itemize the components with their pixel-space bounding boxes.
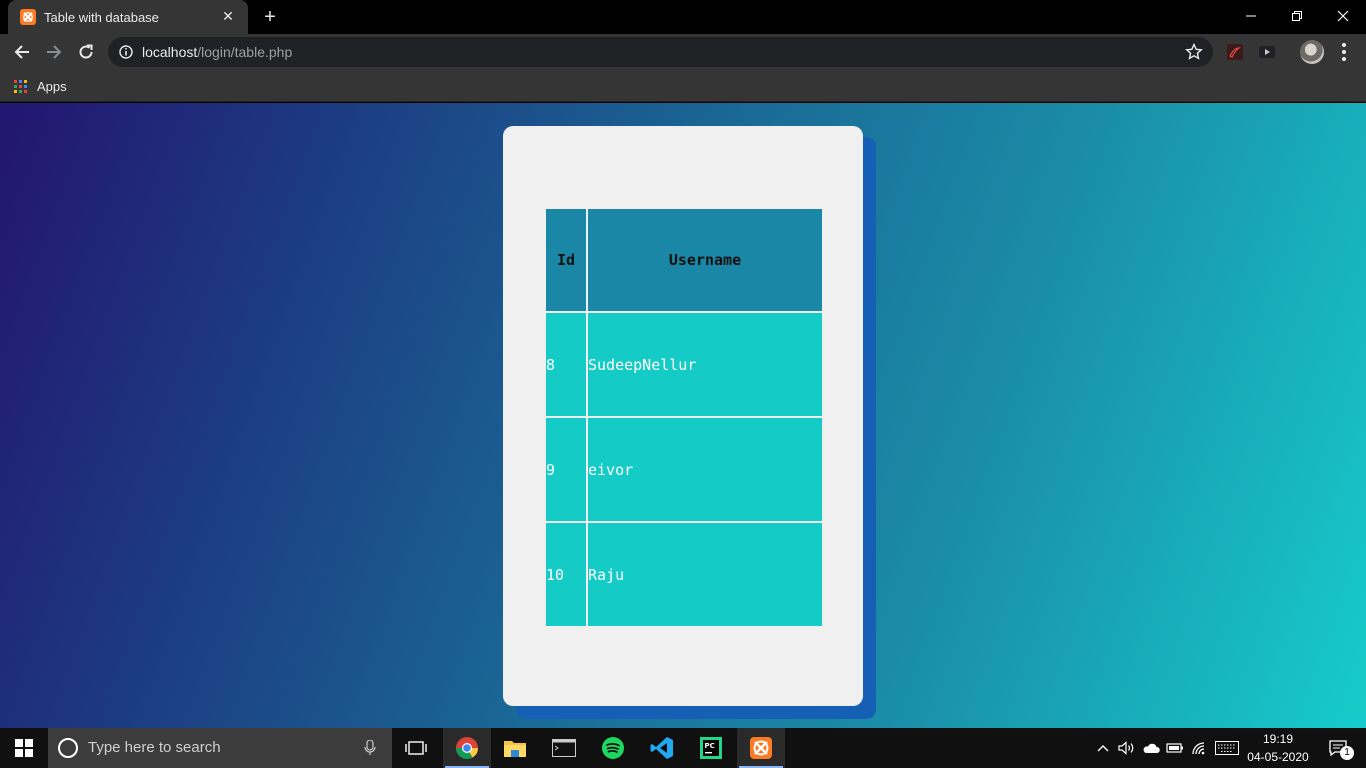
action-center-button[interactable]: 1 xyxy=(1318,728,1358,768)
arrow-left-icon xyxy=(14,45,29,59)
file-explorer-icon xyxy=(504,741,526,757)
close-icon[interactable]: ✕ xyxy=(220,9,236,25)
volume-icon xyxy=(1118,741,1134,755)
spotify-icon xyxy=(602,737,624,759)
terminal-icon xyxy=(552,739,576,757)
cell-username: Raju xyxy=(586,521,824,628)
close-icon xyxy=(1337,10,1349,22)
onedrive-button[interactable] xyxy=(1140,728,1162,768)
chrome-icon xyxy=(456,737,478,759)
taskbar-chrome[interactable] xyxy=(443,728,491,768)
svg-text:PC: PC xyxy=(705,742,715,750)
cell-id: 10 xyxy=(544,521,588,628)
page-viewport: Id Username 8 SudeepNellur 9 eivor 10 Ra… xyxy=(0,103,1366,728)
url-text: localhost/login/table.php xyxy=(142,37,292,67)
restore-button[interactable] xyxy=(1274,0,1320,32)
taskbar-vscode[interactable] xyxy=(638,728,686,768)
taskbar-clock[interactable]: 19:19 04-05-2020 xyxy=(1244,730,1312,766)
taskbar-terminal[interactable] xyxy=(540,728,588,768)
new-tab-button[interactable]: + xyxy=(258,6,282,28)
star-icon[interactable] xyxy=(1185,43,1203,61)
microphone-icon[interactable] xyxy=(364,740,376,756)
cell-username: SudeepNellur xyxy=(586,311,824,418)
keyboard-icon xyxy=(1215,741,1239,755)
xampp-icon xyxy=(750,737,772,759)
windows-icon xyxy=(15,739,33,757)
xampp-icon xyxy=(20,9,36,25)
apps-label: Apps xyxy=(37,78,67,94)
taskbar-search[interactable]: Type here to search xyxy=(48,728,392,768)
table-row: 9 eivor xyxy=(544,416,824,523)
vscode-icon xyxy=(650,737,673,759)
search-placeholder: Type here to search xyxy=(88,739,221,756)
taskbar-pycharm[interactable]: PC xyxy=(687,728,735,768)
back-button[interactable] xyxy=(8,38,36,66)
bookmarks-bar: Apps xyxy=(0,70,1366,102)
apps-bookmark[interactable]: Apps xyxy=(14,77,67,95)
more-menu-icon[interactable] xyxy=(1334,40,1354,64)
reload-icon xyxy=(79,44,93,59)
reload-button[interactable] xyxy=(72,38,100,66)
taskbar-spotify[interactable] xyxy=(589,728,637,768)
minimize-icon xyxy=(1246,15,1256,17)
battery-icon xyxy=(1166,743,1183,753)
minimize-button[interactable] xyxy=(1228,0,1274,32)
wifi-icon xyxy=(1192,742,1205,755)
cell-username: eivor xyxy=(586,416,824,523)
battery-button[interactable] xyxy=(1164,728,1186,768)
chevron-up-icon xyxy=(1097,745,1109,752)
table-header-row: Id Username xyxy=(544,207,824,313)
tray-overflow-button[interactable] xyxy=(1094,728,1112,768)
taskbar: Type here to search PC 19:19 04-05-2020 … xyxy=(0,728,1366,768)
pdf-extension-icon[interactable] xyxy=(1225,42,1245,62)
users-table: Id Username 8 SudeepNellur 9 eivor 10 Ra… xyxy=(544,207,824,628)
info-icon[interactable] xyxy=(119,45,133,59)
url-host: localhost xyxy=(142,44,198,60)
restore-icon xyxy=(1292,11,1302,21)
url-path: /login/table.php xyxy=(197,44,293,60)
cell-id: 9 xyxy=(544,416,588,523)
video-extension-icon[interactable] xyxy=(1257,42,1277,62)
cortana-icon xyxy=(58,738,78,758)
notification-badge: 1 xyxy=(1340,746,1354,760)
taskbar-xampp[interactable] xyxy=(737,728,785,768)
table-card: Id Username 8 SudeepNellur 9 eivor 10 Ra… xyxy=(503,126,863,706)
apps-grid-icon xyxy=(14,79,27,93)
browser-tab[interactable]: Table with database ✕ xyxy=(8,0,248,34)
tab-strip: Table with database ✕ + xyxy=(0,0,1366,34)
clock-time: 19:19 xyxy=(1262,732,1294,746)
cloud-icon xyxy=(1143,743,1160,753)
keyboard-button[interactable] xyxy=(1213,728,1241,768)
pycharm-icon: PC xyxy=(700,737,722,759)
arrow-right-icon xyxy=(47,45,62,59)
task-view-icon xyxy=(405,741,427,755)
cell-id: 8 xyxy=(544,311,588,418)
close-window-button[interactable] xyxy=(1320,0,1366,32)
taskbar-file-explorer[interactable] xyxy=(491,728,539,768)
forward-button[interactable] xyxy=(40,38,68,66)
column-header-username: Username xyxy=(586,207,824,313)
tab-title: Table with database xyxy=(44,9,159,25)
table-row: 10 Raju xyxy=(544,521,824,628)
wifi-button[interactable] xyxy=(1188,728,1212,768)
address-bar[interactable]: localhost/login/table.php xyxy=(108,37,1213,67)
table-row: 8 SudeepNellur xyxy=(544,311,824,418)
start-button[interactable] xyxy=(0,728,48,768)
clock-date: 04-05-2020 xyxy=(1247,750,1309,764)
browser-toolbar: localhost/login/table.php xyxy=(0,34,1366,70)
avatar[interactable] xyxy=(1300,40,1324,64)
task-view-button[interactable] xyxy=(392,728,440,768)
column-header-id: Id xyxy=(544,207,588,313)
volume-button[interactable] xyxy=(1116,728,1138,768)
